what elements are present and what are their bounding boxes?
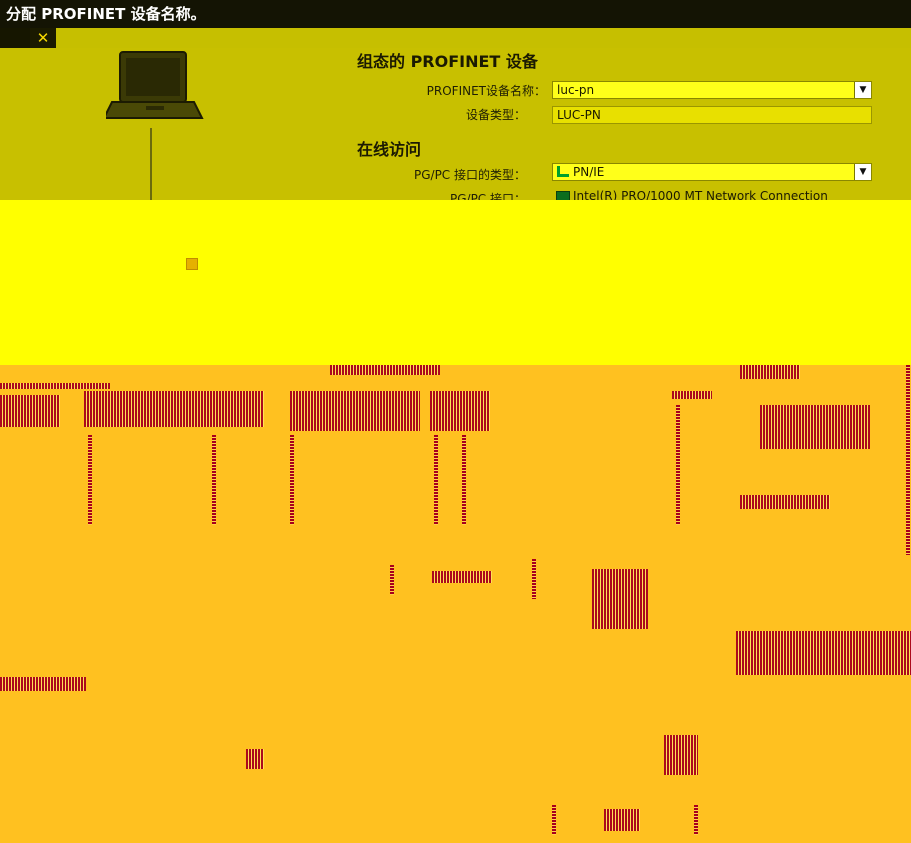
glitch-block <box>0 677 86 691</box>
glitch-column <box>532 559 536 599</box>
device-list-region <box>0 365 911 843</box>
glitch-block <box>290 391 420 431</box>
glitch-column <box>88 435 92 525</box>
glitch-block <box>672 391 712 399</box>
device-type-label: 设备类型： <box>465 108 526 122</box>
chevron-down-icon[interactable]: ▼ <box>854 82 871 98</box>
glitch-column <box>390 565 394 595</box>
window-title: 分配 PROFINET 设备名称。 <box>0 0 911 28</box>
toolbar: ✕ <box>0 28 911 48</box>
glitch-block <box>0 395 60 427</box>
glitch-block <box>592 569 648 629</box>
glitch-column <box>434 435 438 525</box>
glitch-column <box>906 365 910 555</box>
device-type-field: LUC-PN <box>552 106 872 124</box>
network-port-icon <box>557 166 569 177</box>
glitch-block <box>664 735 698 775</box>
glitch-column <box>290 435 294 525</box>
device-stem <box>150 128 152 200</box>
device-type-value: LUC-PN <box>557 108 601 122</box>
interface-type-select[interactable]: PN/IE ▼ <box>552 163 872 181</box>
device-name-value: luc-pn <box>557 83 595 97</box>
glitch-block <box>0 383 110 389</box>
glitch-column <box>694 805 698 835</box>
glitch-block <box>246 749 264 769</box>
marker-square <box>186 258 198 270</box>
online-access-heading: 在线访问 <box>357 140 422 159</box>
device-name-input[interactable]: luc-pn ▼ <box>552 81 872 99</box>
interface-type-label: PG/PC 接口的类型： <box>413 168 526 182</box>
glitch-column <box>552 805 556 835</box>
device-name-label: PROFINET设备名称： <box>426 84 546 98</box>
laptop-icon <box>106 51 204 119</box>
glitch-block <box>330 365 440 375</box>
glitch-block <box>604 809 640 831</box>
highlight-region <box>0 200 911 365</box>
glitch-block <box>760 405 870 449</box>
chevron-down-icon[interactable]: ▼ <box>854 164 871 180</box>
configuration-panel: 组态的 PROFINET 设备 PROFINET设备名称： luc-pn ▼ 设… <box>0 48 911 206</box>
interface-type-value: PN/IE <box>573 165 605 179</box>
close-icon[interactable]: ✕ <box>30 28 56 48</box>
glitch-block <box>736 631 911 675</box>
glitch-block <box>430 391 490 431</box>
glitch-column <box>462 435 466 525</box>
glitch-block <box>740 365 800 379</box>
configured-device-heading: 组态的 PROFINET 设备 <box>357 52 538 71</box>
glitch-block <box>740 495 830 509</box>
glitch-block <box>84 391 264 427</box>
assign-device-name-dialog: 分配 PROFINET 设备名称。 ✕ 组态的 PROFINET 设备 PROF… <box>0 0 911 843</box>
glitch-column <box>212 435 216 525</box>
toolbar-spacer <box>0 28 30 48</box>
glitch-column <box>676 405 680 525</box>
glitch-block <box>432 571 492 583</box>
